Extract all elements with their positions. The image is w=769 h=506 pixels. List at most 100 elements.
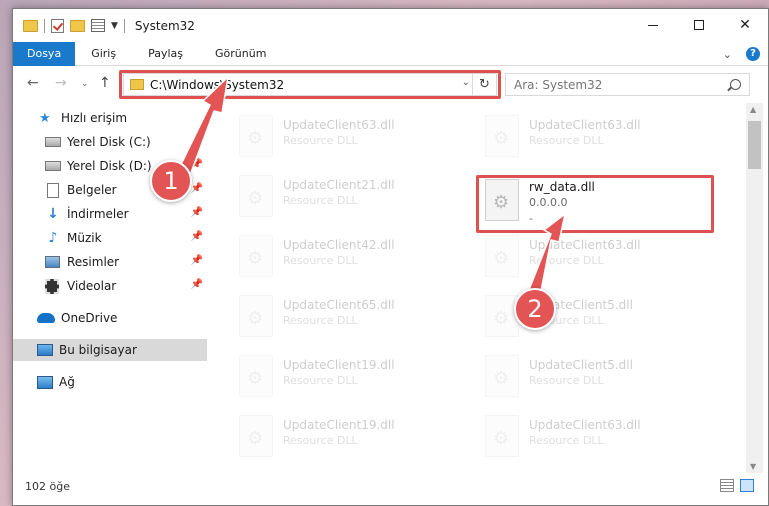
- tab-view[interactable]: Görünüm: [199, 42, 282, 66]
- sidebar-item-this-pc[interactable]: Bu bilgisayar: [13, 339, 207, 361]
- up-arrow-icon[interactable]: ↑: [99, 75, 111, 91]
- help-icon[interactable]: ?: [746, 47, 760, 61]
- folder-icon[interactable]: [23, 19, 38, 32]
- expand-ribbon-chevron-icon[interactable]: ⌄: [723, 48, 732, 61]
- file-item[interactable]: UpdateClient19.dll Resource DLL: [231, 411, 466, 463]
- address-highlight-box: [119, 70, 501, 99]
- tab-home[interactable]: Giriş: [75, 42, 132, 66]
- sidebar-item-label: Ağ: [59, 375, 75, 389]
- pictures-icon: [45, 256, 60, 268]
- dll-file-icon: [485, 235, 519, 277]
- ribbon-tabs: Dosya Giriş Paylaş Görünüm ⌄ ?: [13, 41, 768, 66]
- recent-locations-chevron-icon[interactable]: ⌄: [81, 79, 89, 89]
- scroll-up-icon[interactable]: ▲: [750, 105, 756, 114]
- tab-file[interactable]: Dosya: [13, 41, 76, 66]
- file-item[interactable]: UpdateClient42.dll Resource DLL: [231, 231, 466, 283]
- dll-file-icon: [485, 355, 519, 397]
- file-description: Resource DLL: [283, 134, 358, 147]
- scrollbar-thumb[interactable]: [748, 121, 761, 169]
- file-name: UpdateClient65.dll: [283, 298, 395, 312]
- file-description: Resource DLL: [283, 374, 358, 387]
- sidebar-item-label: Videolar: [67, 279, 117, 293]
- file-name: UpdateClient42.dll: [283, 238, 395, 252]
- properties-check-icon[interactable]: [51, 18, 64, 33]
- disk-icon: [45, 161, 61, 171]
- sidebar-item-label: Belgeler: [67, 183, 117, 197]
- sidebar-item-label: Yerel Disk (C:): [67, 135, 151, 149]
- customize-toolbar-dropdown-icon[interactable]: ▼: [111, 21, 118, 31]
- file-item[interactable]: UpdateClient5.dllResource DLL: [477, 291, 712, 343]
- sidebar-item-music[interactable]: ♪ Müzik 📌: [13, 227, 207, 249]
- file-item[interactable]: UpdateClient63.dll Resource DLL: [231, 111, 466, 163]
- file-name: UpdateClient63.dll: [529, 238, 641, 252]
- file-name: UpdateClient21.dll: [283, 178, 395, 192]
- pin-icon[interactable]: 📌: [191, 207, 203, 218]
- pin-icon[interactable]: 📌: [191, 255, 203, 266]
- maximize-icon: [694, 20, 704, 30]
- sidebar-item-label: OneDrive: [61, 311, 118, 325]
- scroll-down-icon[interactable]: ▼: [750, 462, 756, 471]
- tab-share[interactable]: Paylaş: [132, 42, 199, 66]
- title-bar: ▼ System32 ✕: [13, 9, 768, 42]
- file-item[interactable]: UpdateClient19.dll Resource DLL: [231, 351, 466, 403]
- file-name: UpdateClient19.dll: [283, 418, 395, 432]
- file-item[interactable]: UpdateClient65.dll Resource DLL: [231, 291, 466, 343]
- file-item[interactable]: UpdateClient21.dll Resource DLL: [231, 171, 466, 223]
- dll-file-icon: [239, 175, 273, 217]
- step-badge-1: 1: [150, 160, 192, 202]
- file-highlight-box: [476, 175, 714, 233]
- sidebar-item-local-disk-c[interactable]: Yerel Disk (C:) 📌: [13, 131, 207, 153]
- sidebar-item-downloads[interactable]: ↓ İndirmeler 📌: [13, 203, 207, 225]
- file-item[interactable]: UpdateClient63.dll Resource DLL: [477, 111, 712, 163]
- tiles-view-icon[interactable]: [740, 479, 754, 492]
- file-name: UpdateClient5.dll: [529, 358, 633, 372]
- forward-arrow-icon[interactable]: →: [55, 75, 67, 91]
- file-item[interactable]: UpdateClient63.dll Resource DLL: [477, 411, 712, 463]
- file-description: Resource DLL: [283, 314, 358, 327]
- properties-icon[interactable]: [91, 19, 105, 32]
- details-view-icon[interactable]: [720, 479, 734, 492]
- sidebar-item-label: Hızlı erişim: [61, 111, 128, 125]
- sidebar-item-network[interactable]: Ağ: [13, 371, 207, 393]
- file-description: Resource DLL: [529, 434, 604, 447]
- sidebar-item-pictures[interactable]: Resimler 📌: [13, 251, 207, 273]
- music-icon: ♪: [48, 230, 58, 246]
- dll-file-icon: [485, 115, 519, 157]
- dll-file-icon: [485, 415, 519, 457]
- download-icon: ↓: [47, 206, 59, 222]
- back-arrow-icon[interactable]: ←: [27, 75, 39, 91]
- dll-file-icon: [239, 115, 273, 157]
- explorer-window: ▼ System32 ✕ Dosya Giriş Paylaş Görünüm …: [12, 8, 769, 506]
- search-box[interactable]: [505, 73, 750, 96]
- pin-icon[interactable]: 📌: [191, 135, 203, 146]
- pin-icon[interactable]: 📌: [191, 231, 203, 242]
- pin-icon[interactable]: 📌: [191, 279, 203, 290]
- toolbar-divider: [44, 18, 45, 33]
- maximize-button[interactable]: [676, 9, 722, 41]
- disk-icon: [45, 137, 61, 147]
- sidebar-item-label: Yerel Disk (D:): [67, 159, 152, 173]
- file-item[interactable]: UpdateClient63.dll Resource DLL: [477, 231, 712, 283]
- file-name: UpdateClient63.dll: [529, 418, 641, 432]
- dll-file-icon: [239, 355, 273, 397]
- search-icon[interactable]: [730, 79, 741, 90]
- sidebar-item-label: Resimler: [67, 255, 120, 269]
- file-item[interactable]: UpdateClient5.dllResource DLL: [477, 351, 712, 403]
- minimize-button[interactable]: [630, 9, 676, 41]
- file-description: Resource DLL: [529, 254, 604, 267]
- close-button[interactable]: ✕: [722, 9, 768, 41]
- pin-icon[interactable]: 📌: [191, 183, 203, 194]
- pin-icon[interactable]: 📌: [191, 159, 203, 170]
- network-icon: [37, 375, 53, 389]
- sidebar-item-label: İndirmeler: [67, 207, 129, 221]
- search-input[interactable]: [514, 77, 714, 92]
- new-folder-icon[interactable]: [70, 19, 85, 32]
- sidebar-item-label: Müzik: [67, 231, 102, 245]
- vertical-scrollbar[interactable]: ▲ ▼: [746, 103, 763, 473]
- sidebar-item-onedrive[interactable]: OneDrive: [13, 307, 207, 329]
- close-icon: ✕: [739, 17, 751, 33]
- sidebar-item-videos[interactable]: Videolar 📌: [13, 275, 207, 297]
- dll-file-icon: [239, 235, 273, 277]
- item-count: 102 öğe: [25, 479, 70, 493]
- sidebar-item-quick-access[interactable]: ★ Hızlı erişim: [13, 107, 207, 129]
